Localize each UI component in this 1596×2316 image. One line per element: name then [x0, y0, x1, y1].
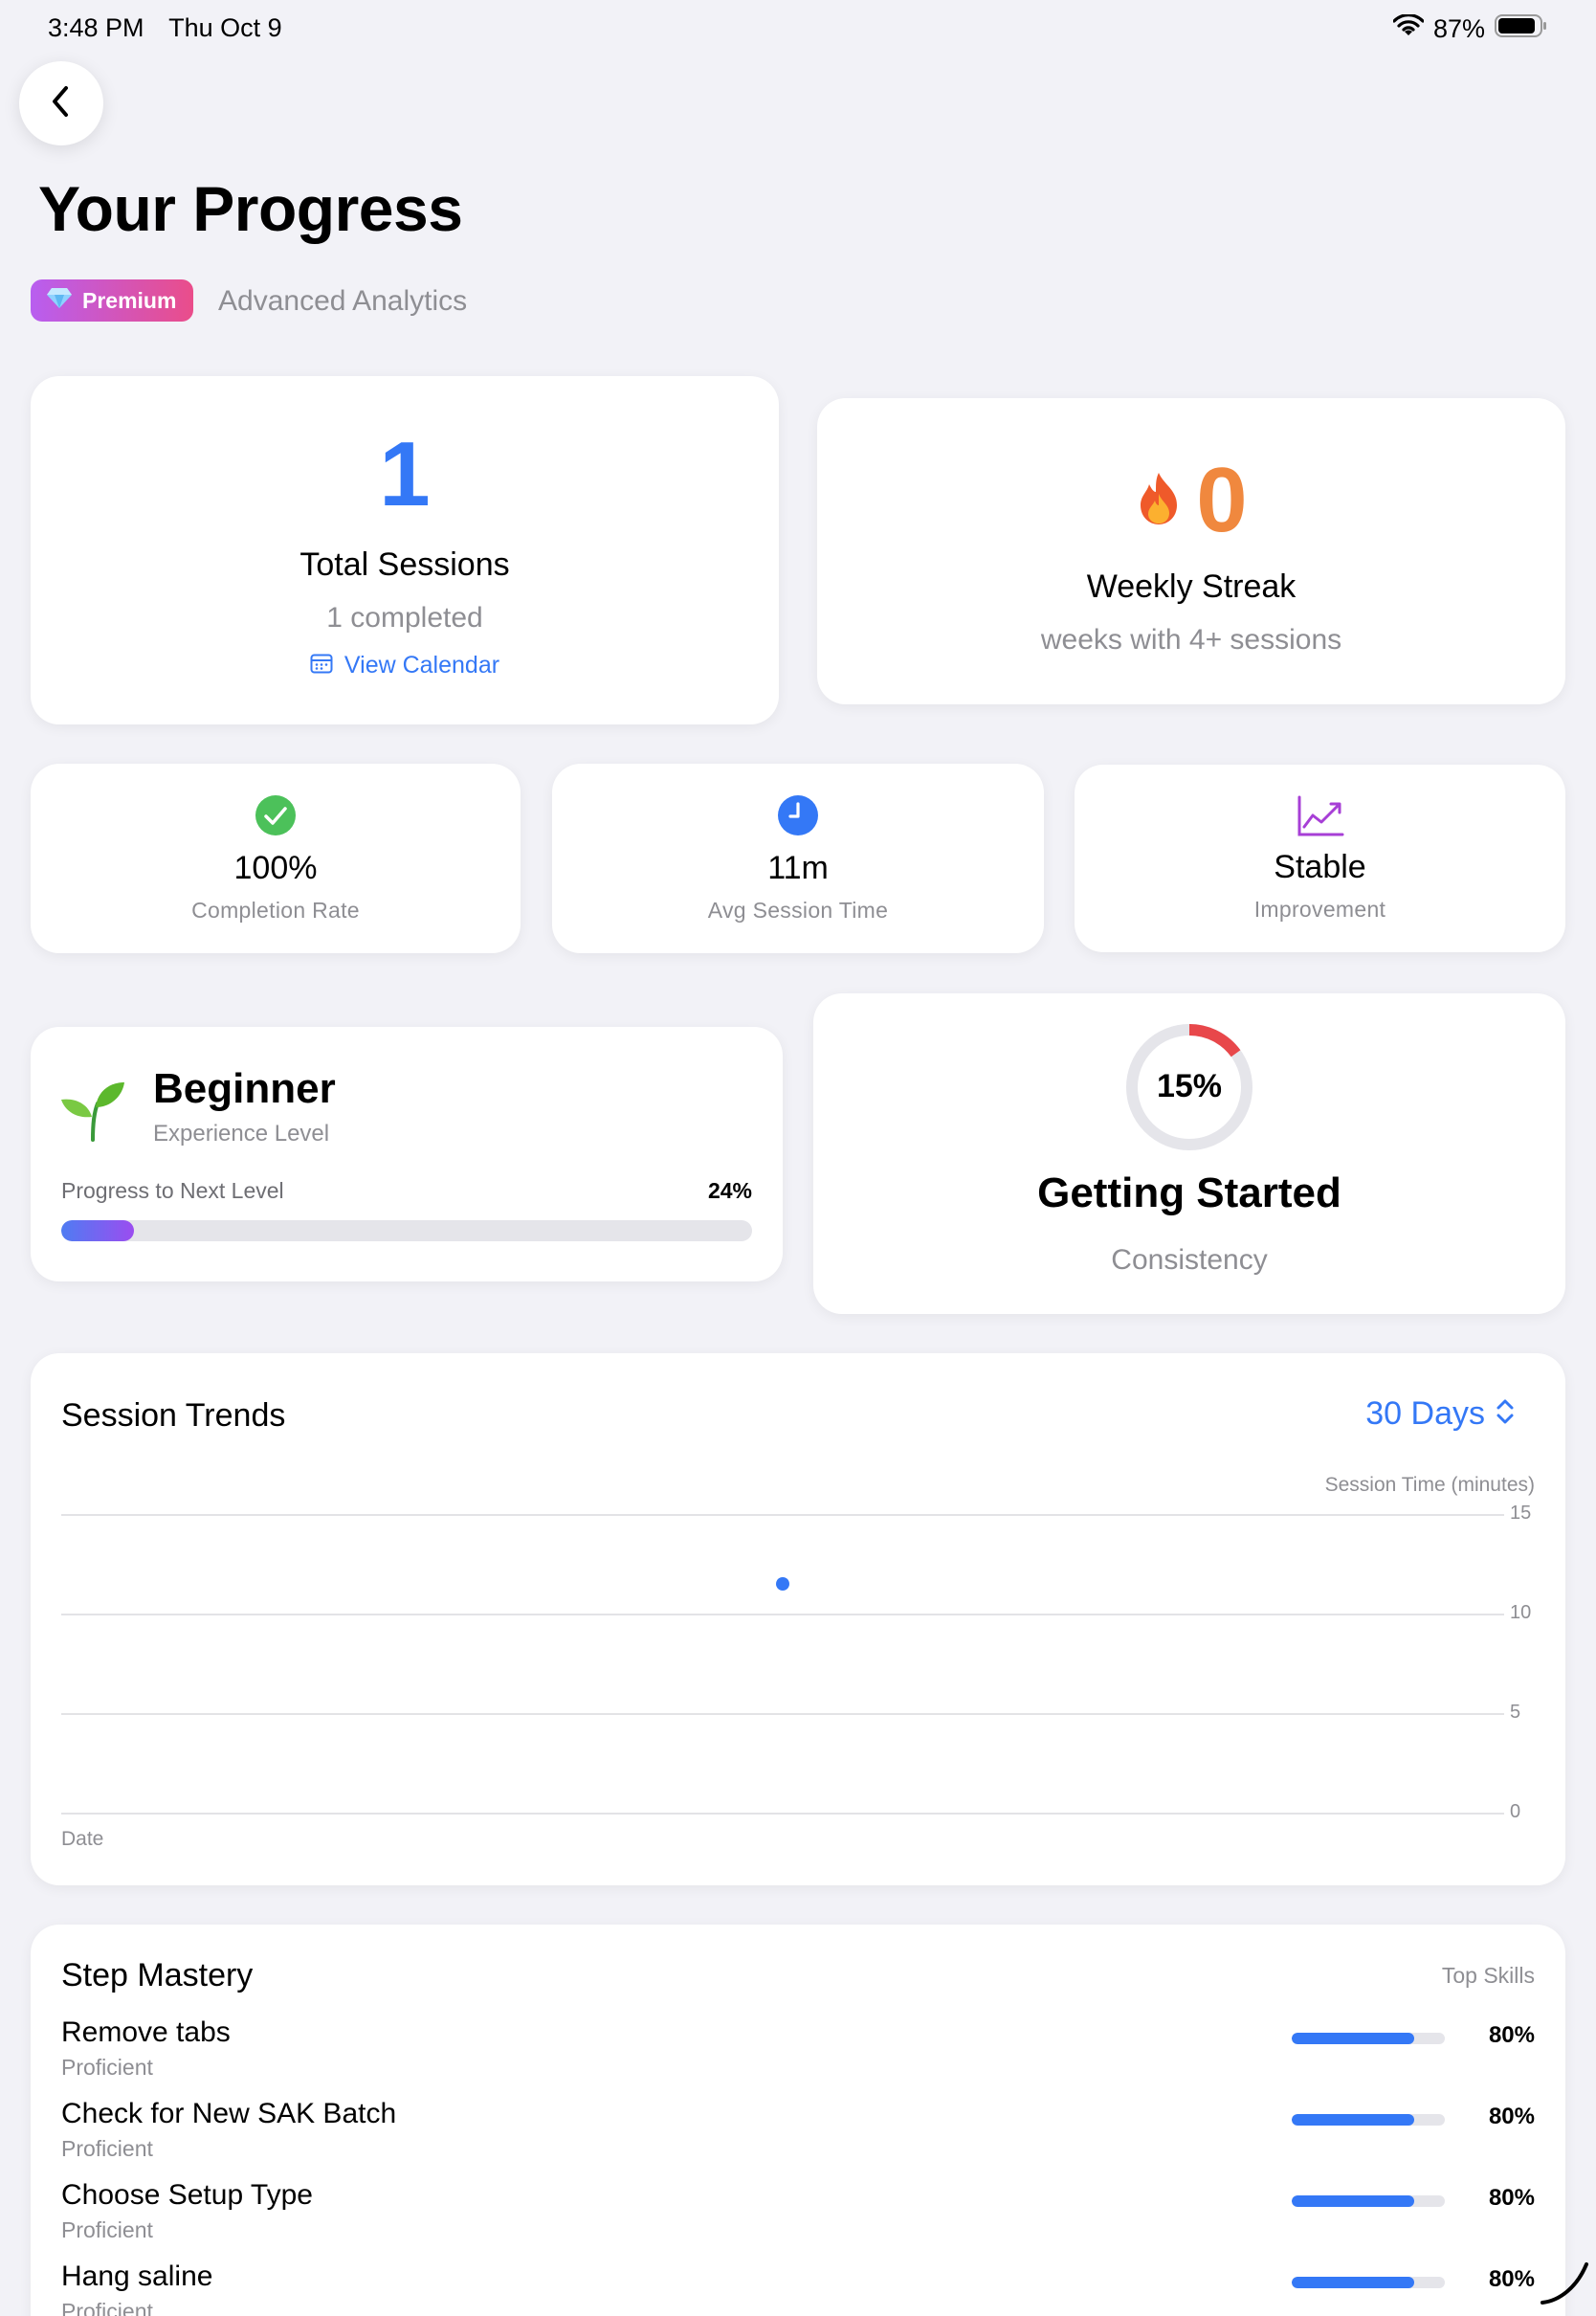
- next-level-progress: [61, 1220, 752, 1241]
- diamond-icon: [46, 286, 73, 315]
- y-tick-label: 15: [1510, 1503, 1532, 1524]
- weekly-streak-sub: weeks with 4+ sessions: [1040, 624, 1342, 656]
- clock-icon: [552, 794, 1044, 841]
- avg-session-card: 11m Avg Session Time: [552, 764, 1044, 953]
- skill-level: Proficient: [61, 2055, 153, 2080]
- skill-row: Choose Setup Type Proficient 80%: [31, 2179, 1565, 2256]
- consistency-ring: 15%: [1124, 1022, 1254, 1152]
- skill-progress: [1292, 2033, 1445, 2044]
- weekly-streak-value: 0: [1196, 449, 1248, 551]
- experience-level-label: Experience Level: [153, 1121, 330, 1147]
- pencil-stroke-icon: [1539, 2260, 1590, 2313]
- completion-rate-card: 100% Completion Rate: [31, 764, 521, 953]
- experience-card: Beginner Experience Level Progress to Ne…: [31, 1027, 783, 1281]
- premium-badge-label: Premium: [82, 287, 177, 313]
- skill-progress: [1292, 2277, 1445, 2288]
- skill-level: Proficient: [61, 2136, 153, 2161]
- completion-rate-value: 100%: [233, 850, 318, 886]
- trend-plot-area: 15 10 5 0: [61, 1503, 1535, 1822]
- data-point: [776, 1576, 789, 1591]
- skill-name: Remove tabs: [61, 2016, 231, 2048]
- check-circle-icon: [31, 794, 521, 841]
- status-date: Thu Oct 9: [168, 13, 282, 42]
- seedling-icon: [59, 1079, 126, 1147]
- weekly-streak-title: Weekly Streak: [1086, 568, 1297, 605]
- page-title: Your Progress: [38, 173, 463, 244]
- gridline-0: [61, 1813, 1504, 1815]
- skill-level: Proficient: [61, 2217, 153, 2242]
- y-tick-label: 0: [1510, 1801, 1521, 1822]
- skill-name: Check for New SAK Batch: [61, 2098, 397, 2129]
- skill-progress-fill: [1292, 2277, 1414, 2288]
- experience-level: Beginner: [153, 1065, 336, 1112]
- view-calendar-link[interactable]: View Calendar: [31, 652, 779, 679]
- y-tick-label: 5: [1510, 1702, 1521, 1723]
- skill-progress-fill: [1292, 2195, 1414, 2207]
- next-level-label: Progress to Next Level: [61, 1178, 284, 1203]
- gridline-15: [61, 1514, 1504, 1516]
- battery-percent: 87%: [1432, 14, 1485, 43]
- chevron-left-icon: [47, 82, 76, 125]
- skill-percent: 80%: [1488, 2266, 1535, 2292]
- skill-progress: [1292, 2114, 1445, 2126]
- total-sessions-title: Total Sessions: [299, 546, 510, 583]
- back-button[interactable]: [19, 61, 103, 145]
- fire-icon: [1135, 471, 1183, 531]
- skill-row: Check for New SAK Batch Proficient 80%: [31, 2098, 1565, 2174]
- gridline-5: [61, 1713, 1504, 1715]
- y-axis-label: Session Time (minutes): [1324, 1474, 1535, 1496]
- next-level-progress-fill: [61, 1220, 134, 1241]
- range-selector[interactable]: 30 Days: [1365, 1395, 1516, 1433]
- avg-session-label: Avg Session Time: [707, 898, 889, 923]
- skill-percent: 80%: [1488, 2185, 1535, 2211]
- total-sessions-card: 1 Total Sessions 1 completed View Calend…: [31, 376, 779, 724]
- consistency-title: Getting Started: [1037, 1169, 1341, 1216]
- skill-progress: [1292, 2195, 1445, 2207]
- next-level-percent: 24%: [707, 1178, 752, 1203]
- skill-name: Choose Setup Type: [61, 2179, 313, 2211]
- page-subtitle: Advanced Analytics: [218, 285, 468, 317]
- status-right: 87%: [1392, 13, 1548, 45]
- total-sessions-value: 1: [379, 423, 431, 525]
- skill-level: Proficient: [61, 2299, 153, 2316]
- skill-row: Hang saline Proficient 80%: [31, 2260, 1565, 2316]
- gridline-10: [61, 1614, 1504, 1615]
- consistency-percent: 15%: [1156, 1068, 1223, 1104]
- trend-chart-icon: [1075, 795, 1565, 842]
- weekly-streak-card: 0 Weekly Streak weeks with 4+ sessions: [817, 398, 1565, 704]
- view-calendar-label: View Calendar: [344, 652, 500, 679]
- skill-name: Hang saline: [61, 2260, 213, 2292]
- battery-icon: [1495, 13, 1548, 45]
- improvement-value: Stable: [1274, 849, 1366, 885]
- wifi-icon: [1392, 13, 1425, 44]
- status-clock: 3:48 PM: [48, 13, 144, 42]
- skill-percent: 80%: [1488, 2022, 1535, 2048]
- skill-progress-fill: [1292, 2114, 1414, 2126]
- skill-progress-fill: [1292, 2033, 1414, 2044]
- avg-session-value: 11m: [767, 850, 829, 886]
- consistency-card: 15% Getting Started Consistency: [813, 993, 1565, 1314]
- session-trends-card: Session Trends 30 Days Session Time (min…: [31, 1353, 1565, 1885]
- total-sessions-sub: 1 completed: [326, 602, 483, 634]
- improvement-label: Improvement: [1253, 897, 1386, 922]
- calendar-icon: [310, 653, 333, 679]
- completion-rate-label: Completion Rate: [191, 898, 360, 923]
- skill-row: Remove tabs Proficient 80%: [31, 2016, 1565, 2093]
- premium-badge: Premium: [31, 279, 194, 322]
- step-mastery-card: Step Mastery Top Skills Remove tabs Profi…: [31, 1925, 1565, 2316]
- y-tick-label: 10: [1510, 1602, 1532, 1623]
- streak-row: 0: [817, 448, 1565, 553]
- status-time: 3:48 PM Thu Oct 9: [48, 13, 282, 43]
- chevron-up-down-icon: [1495, 1397, 1516, 1431]
- consistency-label: Consistency: [1111, 1244, 1268, 1276]
- session-trends-title: Session Trends: [61, 1397, 286, 1434]
- step-mastery-title: Step Mastery: [61, 1957, 254, 1993]
- range-selector-label: 30 Days: [1365, 1395, 1485, 1432]
- top-skills-label: Top Skills: [1441, 1963, 1535, 1988]
- x-axis-label: Date: [61, 1828, 104, 1850]
- skill-percent: 80%: [1488, 2104, 1535, 2129]
- improvement-card: Stable Improvement: [1075, 765, 1565, 952]
